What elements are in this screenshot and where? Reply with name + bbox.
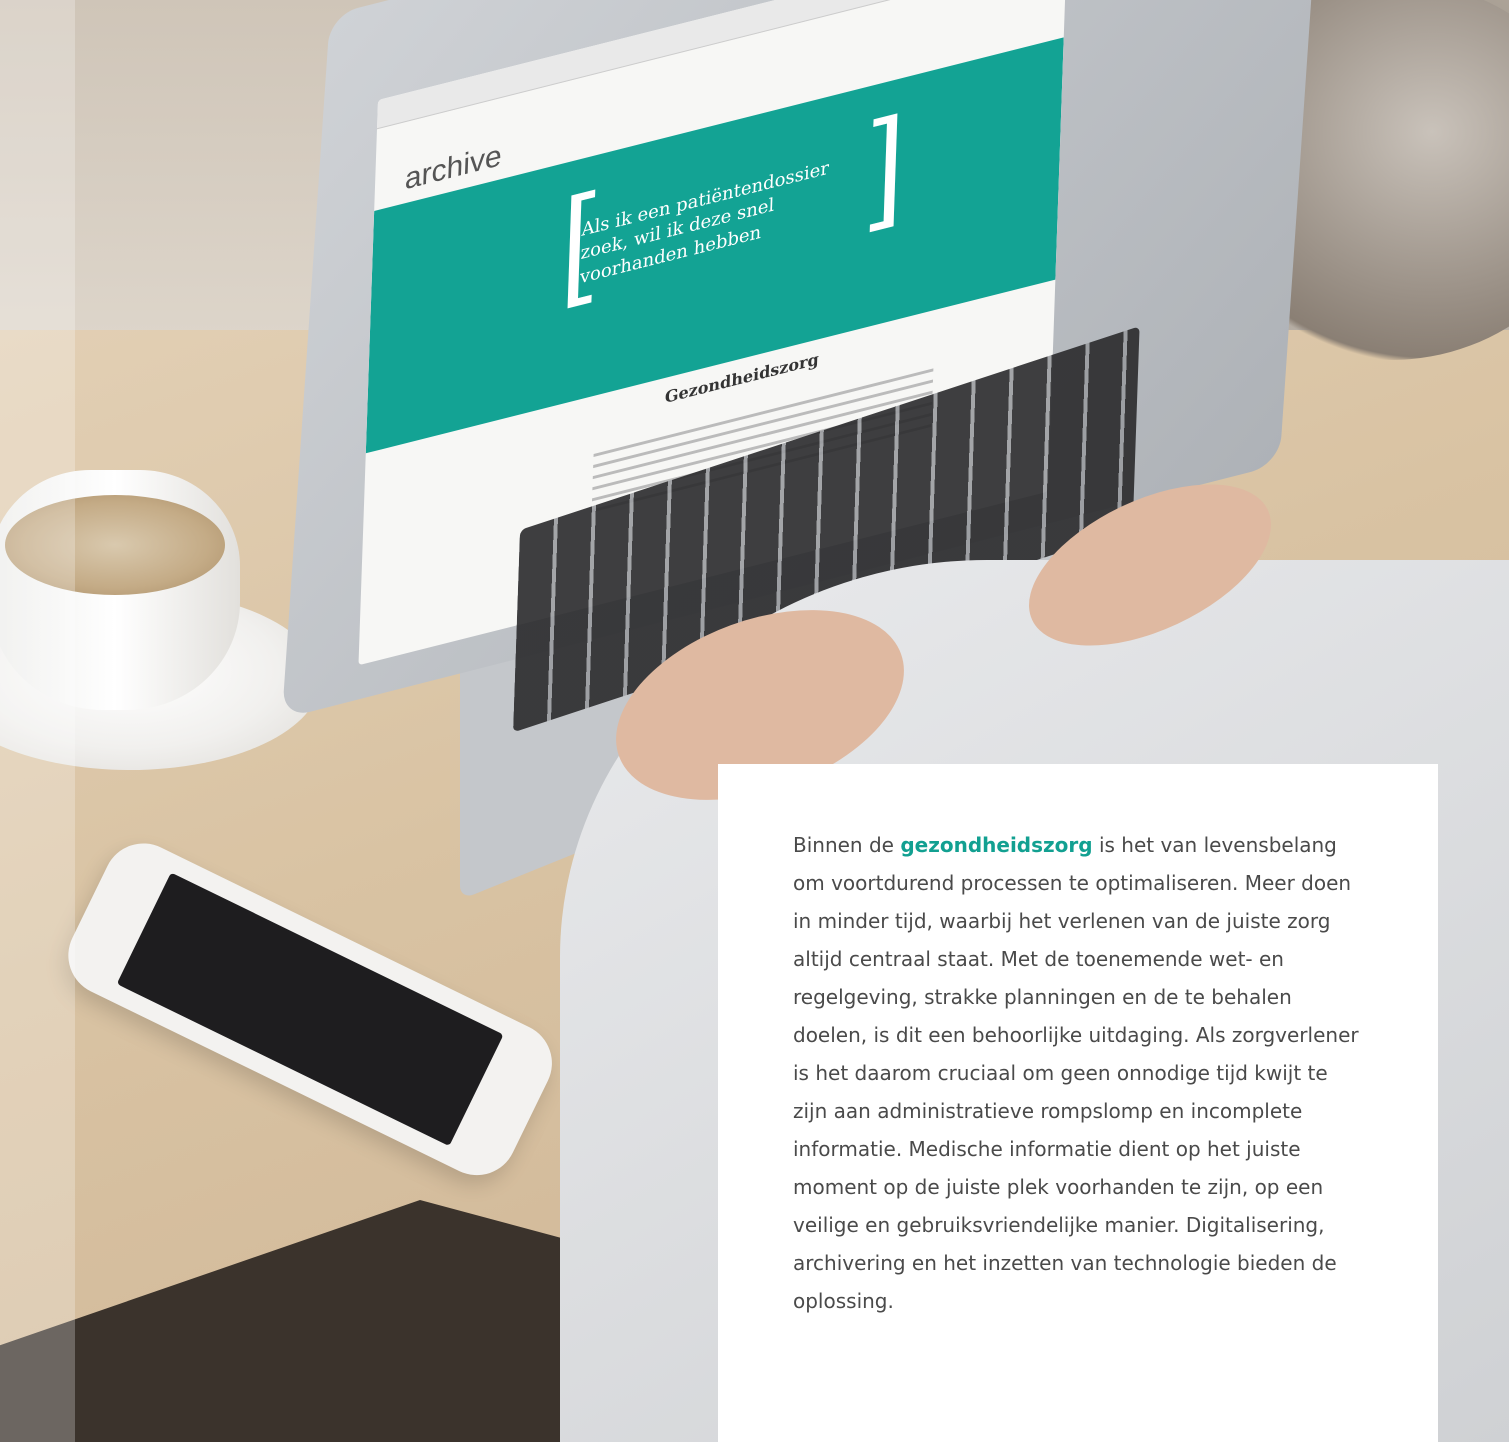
right-bracket: ] (868, 89, 907, 234)
paragraph-body: is het van levensbelang om voortdurend p… (793, 833, 1359, 1313)
text-panel: Binnen de gezondheidszorg is het van lev… (718, 764, 1438, 1442)
paragraph-lead: Binnen de (793, 833, 901, 857)
highlight-gezondheidszorg: gezondheidszorg (900, 833, 1093, 857)
hero-quote: Als ik een patiëntendossier zoek, wil ik… (579, 157, 830, 289)
left-strip (0, 0, 75, 1442)
panel-paragraph: Binnen de gezondheidszorg is het van lev… (793, 826, 1363, 1320)
